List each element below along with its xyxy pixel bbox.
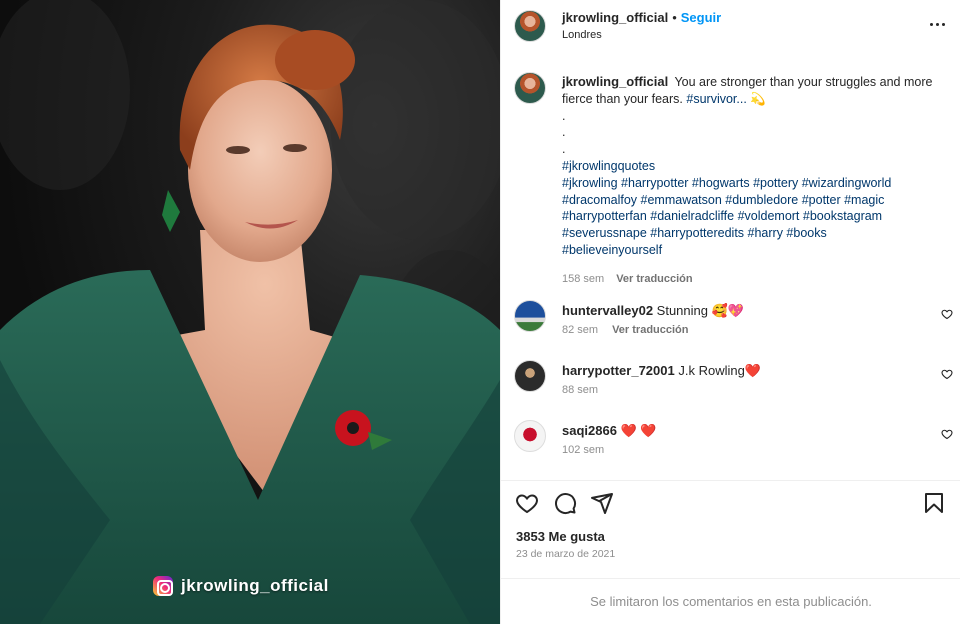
likes-count[interactable]: 3853 Me gusta [516, 529, 605, 544]
caption-dot: . [562, 108, 566, 123]
author-username[interactable]: jkrowling_official [562, 10, 668, 25]
footer-notice-text: Se limitaron los comentarios en esta pub… [590, 594, 872, 609]
hashtag-line[interactable]: #dracomalfoy #emmawatson #dumbledore #po… [562, 192, 947, 209]
post-date: 23 de marzo de 2021 [516, 548, 616, 560]
comment-meta: 102 sem [562, 444, 604, 456]
author-row: jkrowling_official • Seguir [562, 10, 721, 25]
comment-text: ❤️ ❤️ [620, 423, 657, 438]
comment-translate-link[interactable]: Ver traducción [612, 324, 688, 336]
comment-age: 102 sem [562, 444, 605, 456]
action-bar [501, 480, 960, 524]
comment-item: saqi2866 ❤️ ❤️ 102 sem [501, 420, 960, 480]
hashtag-line[interactable]: #severussnape #harrypotteredits #harry #… [562, 225, 947, 242]
comment-meta: 88 sem [562, 384, 598, 396]
caption-dot: . [562, 142, 566, 157]
comment-body: huntervalley02 Stunning 🥰💖 [562, 302, 922, 319]
caption-meta: 158 sem Ver traducción [562, 271, 947, 288]
more-icon[interactable] [927, 16, 947, 32]
caption-translate-link[interactable]: Ver traducción [616, 271, 692, 288]
caption-dot: . [562, 125, 566, 140]
post-panel: jkrowling_official • Seguir Londres jkro… [500, 0, 960, 624]
portrait-illustration [0, 0, 500, 624]
instagram-logo-icon [153, 576, 173, 596]
comments-scroll[interactable]: jkrowling_official You are stronger than… [501, 56, 960, 480]
follow-button[interactable]: Seguir [681, 10, 721, 25]
comment-item: huntervalley02 Stunning 🥰💖 82 sem Ver tr… [501, 300, 960, 360]
heart-icon[interactable] [515, 491, 539, 515]
comment-meta: 82 sem Ver traducción [562, 324, 689, 336]
commenter-username[interactable]: saqi2866 [562, 423, 617, 438]
commenter-username[interactable]: huntervalley02 [562, 303, 653, 318]
caption-avatar[interactable] [514, 72, 546, 104]
hashtag-line[interactable]: #jkrowling #harrypotter #hogwarts #potte… [562, 175, 947, 192]
caption-emoji: 💫 [750, 91, 766, 106]
caption-first-tag[interactable]: #survivor... [686, 92, 746, 106]
commenter-avatar[interactable] [514, 300, 546, 332]
comment-icon[interactable] [553, 491, 577, 515]
hashtag-line[interactable]: #jkrowlingquotes [562, 158, 947, 175]
caption-age: 158 sem [562, 272, 605, 285]
watermark-text: jkrowling_official [181, 576, 329, 595]
comment-text: Stunning 🥰💖 [656, 303, 744, 318]
watermark: jkrowling_official [153, 576, 329, 596]
comment-age: 88 sem [562, 384, 599, 396]
location-link[interactable]: Londres [562, 29, 602, 41]
comment-like-heart-icon[interactable] [941, 428, 953, 440]
hashtag-line[interactable]: #harrypotterfan #danielradcliffe #voldem… [562, 208, 947, 225]
comment-like-heart-icon[interactable] [941, 368, 953, 380]
separator-dot: • [672, 10, 677, 25]
post-photo[interactable]: jkrowling_official [0, 0, 500, 624]
commenter-username[interactable]: harrypotter_72001 [562, 363, 675, 378]
share-icon[interactable] [590, 491, 614, 515]
commenter-avatar[interactable] [514, 360, 546, 392]
post-header: jkrowling_official • Seguir Londres [501, 0, 960, 54]
comment-text: J.k Rowling❤️ [678, 363, 762, 378]
comment-like-heart-icon[interactable] [941, 308, 953, 320]
caption-username[interactable]: jkrowling_official [562, 74, 668, 89]
comments-limited-notice: Se limitaron los comentarios en esta pub… [501, 578, 960, 624]
comment-item: harrypotter_72001 J.k Rowling❤️ 88 sem [501, 360, 960, 420]
comment-age: 82 sem [562, 324, 599, 336]
bookmark-icon[interactable] [922, 491, 946, 515]
commenter-avatar[interactable] [514, 420, 546, 452]
comment-body: harrypotter_72001 J.k Rowling❤️ [562, 362, 922, 379]
hashtag-line[interactable]: #believeinyourself [562, 242, 947, 259]
comment-body: saqi2866 ❤️ ❤️ [562, 422, 922, 439]
author-avatar[interactable] [514, 10, 546, 42]
caption-body: jkrowling_official You are stronger than… [562, 74, 947, 288]
instagram-post: jkrowling_official jkrowling_official • … [0, 0, 960, 624]
